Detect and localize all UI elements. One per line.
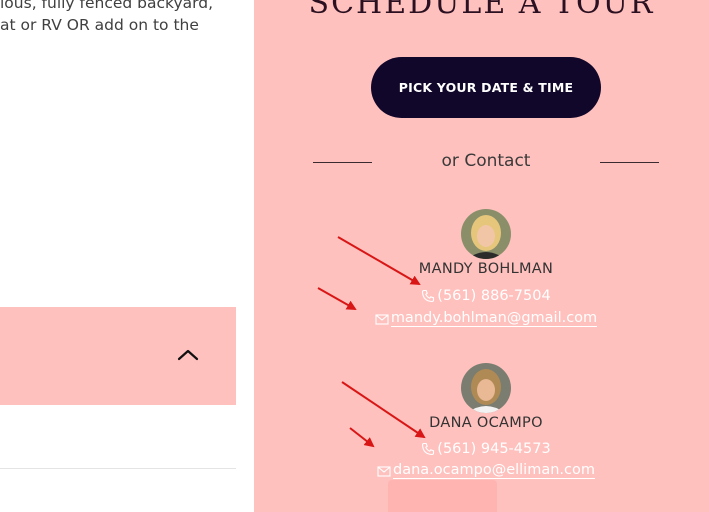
envelope-icon <box>375 313 389 325</box>
email-text: dana.ocampo@elliman.com <box>393 462 595 479</box>
divider-right <box>600 162 659 163</box>
listing-description: ious, fully fenced backyard, at or RV OR… <box>0 0 250 36</box>
accordion-header[interactable] <box>0 307 236 405</box>
phone-text: (561) 945-4573 <box>437 441 551 457</box>
pick-date-time-button[interactable]: PICK YOUR DATE & TIME <box>371 57 601 118</box>
agent-email-link[interactable]: dana.ocampo@elliman.com <box>254 462 709 479</box>
description-line: ious, fully fenced backyard, <box>0 0 213 12</box>
avatar <box>461 363 511 413</box>
description-line: at or RV OR add on to the <box>0 16 199 34</box>
envelope-icon <box>377 465 391 477</box>
schedule-title: SCHEDULE A TOUR <box>308 0 655 21</box>
schedule-tour-panel: SCHEDULE A TOUR PICK YOUR DATE & TIME or… <box>254 0 709 512</box>
phone-icon <box>422 442 435 456</box>
listing-panel: ious, fully fenced backyard, at or RV OR… <box>0 0 254 512</box>
agent-name: DANA OCAMPO <box>429 415 543 431</box>
chevron-up-icon[interactable] <box>176 347 200 361</box>
phone-icon <box>422 289 435 303</box>
divider <box>0 468 236 469</box>
agent-email-link[interactable]: mandy.bohlman@gmail.com <box>254 310 709 327</box>
avatar <box>461 209 511 259</box>
agent-phone-link[interactable]: (561) 945-4573 <box>254 441 709 457</box>
agent-name: MANDY BOHLMAN <box>418 261 554 277</box>
agent-phone-link[interactable]: (561) 886-7504 <box>254 288 709 304</box>
phone-text: (561) 886-7504 <box>437 288 551 304</box>
email-text: mandy.bohlman@gmail.com <box>390 310 598 327</box>
or-contact-label: or Contact <box>441 151 531 171</box>
partial-button[interactable] <box>388 480 497 512</box>
